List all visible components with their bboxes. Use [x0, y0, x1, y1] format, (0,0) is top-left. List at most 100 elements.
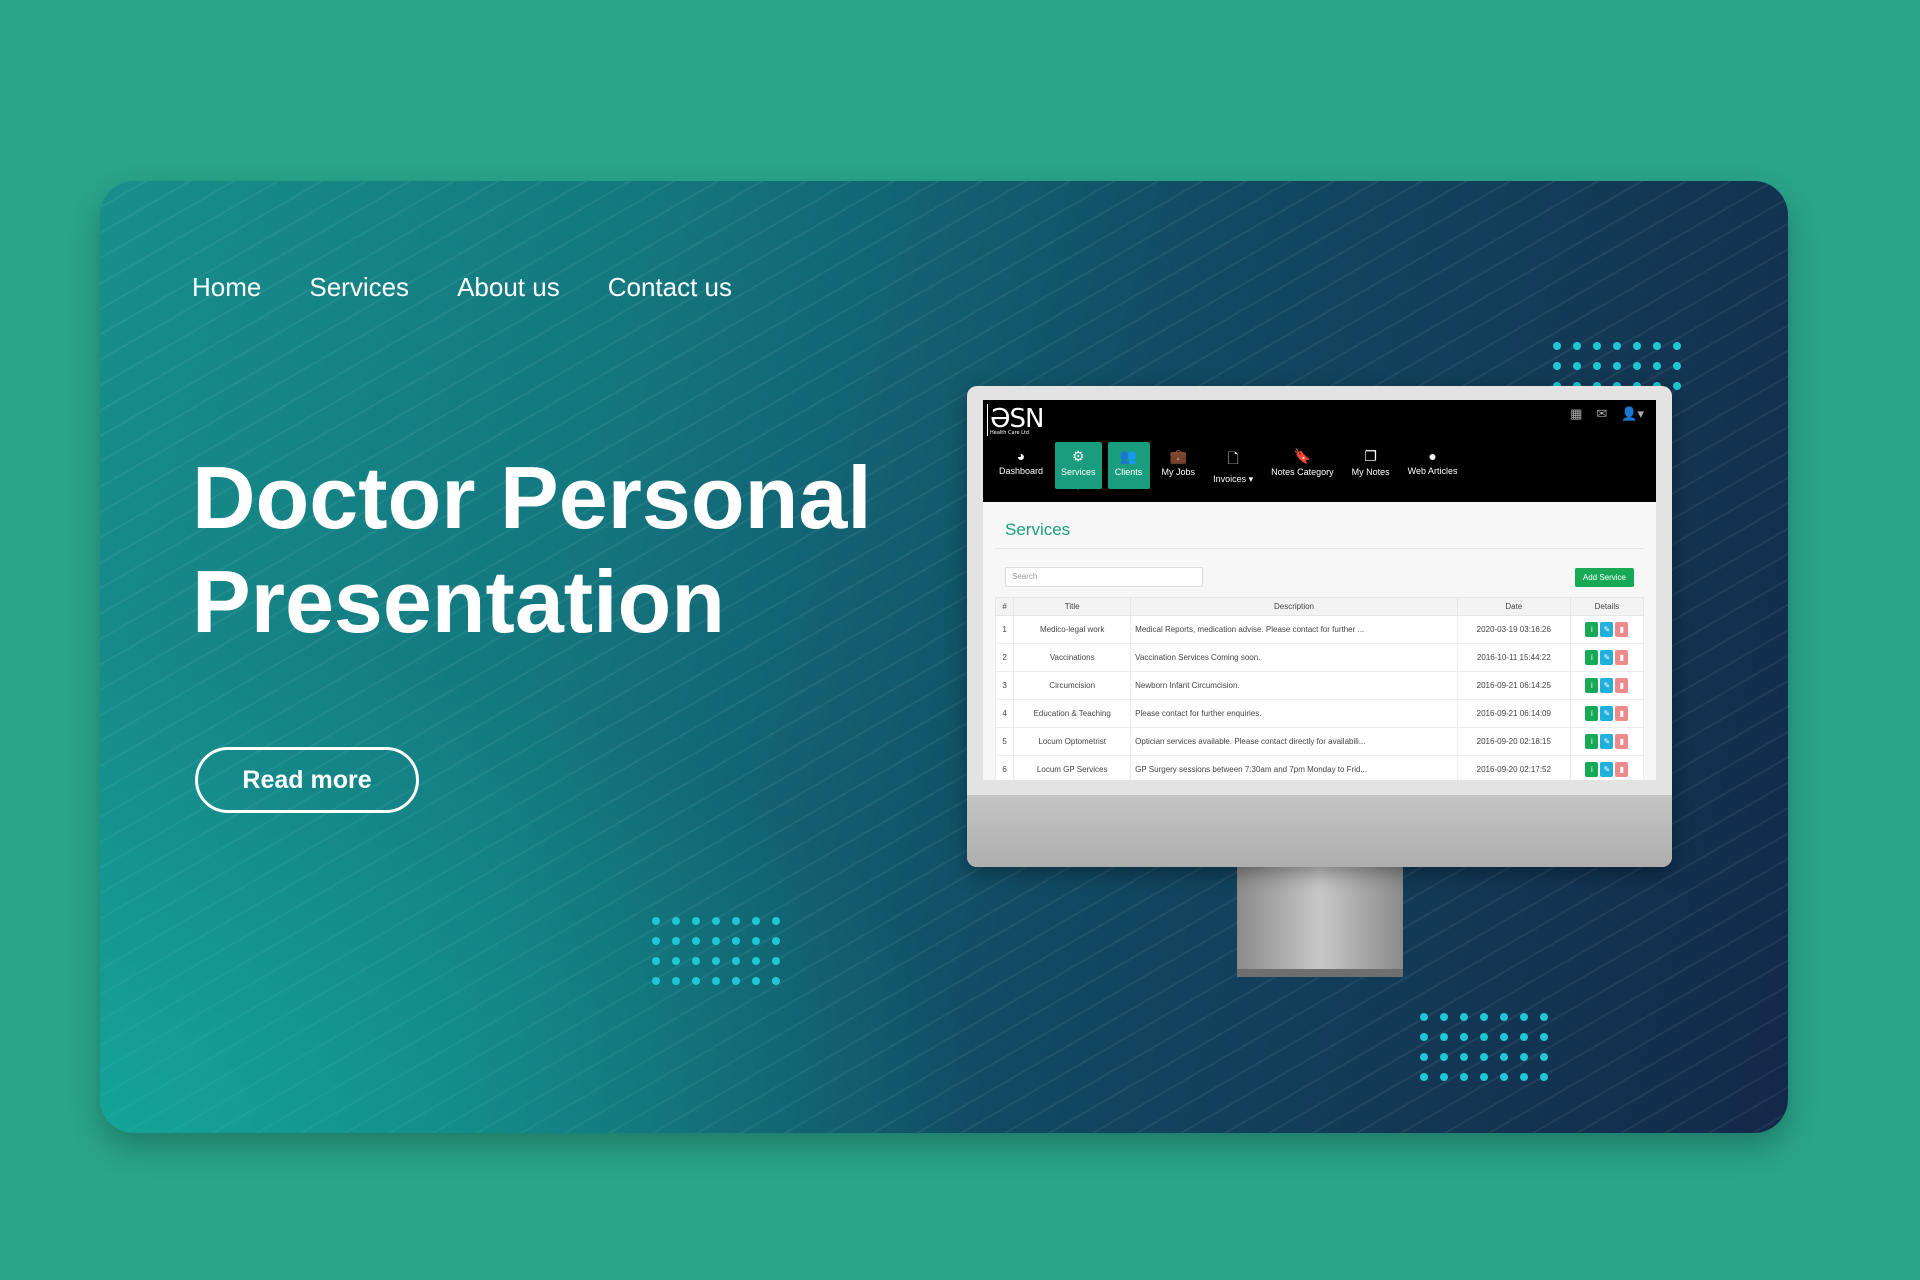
info-icon[interactable]: i — [1585, 762, 1599, 777]
menu-item-notes-category[interactable]: 🔖 Notes Category — [1265, 442, 1340, 489]
dot — [1420, 1073, 1428, 1081]
edit-icon[interactable]: ✎ — [1600, 622, 1614, 637]
page-title: Services — [995, 514, 1644, 549]
decorative-dots — [1553, 342, 1681, 390]
dot — [1540, 1033, 1548, 1041]
delete-icon[interactable]: ▮ — [1615, 734, 1629, 749]
menu-item-invoices[interactable]: 🗋 Invoices ▾ — [1207, 442, 1259, 489]
dot — [672, 957, 680, 965]
info-icon[interactable]: i — [1585, 734, 1599, 749]
nav-home[interactable]: Home — [192, 272, 261, 303]
row-date: 2016-09-21 06:14:09 — [1456, 699, 1571, 728]
nav-contact[interactable]: Contact us — [608, 272, 732, 303]
read-more-button[interactable]: Read more — [195, 747, 419, 813]
edit-icon[interactable]: ✎ — [1600, 734, 1614, 749]
row-description: Optician services available. Please cont… — [1130, 727, 1458, 756]
dot — [1673, 382, 1681, 390]
app-logo: ƏSN Health Care Ltd — [987, 404, 1044, 436]
table-row: 5 Locum Optometrist Optician services av… — [994, 727, 1645, 756]
add-service-button[interactable]: Add Service — [1574, 567, 1634, 587]
column-header: # — [994, 597, 1015, 616]
dot — [1500, 1013, 1508, 1021]
monitor: ƏSN Health Care Ltd ▦ ✉ 👤▾ ◕ Dashboard ⚙ Ser… — [967, 386, 1672, 867]
dashboard-icon: ◕ — [1016, 448, 1026, 464]
menu-item-dashboard[interactable]: ◕ Dashboard — [993, 442, 1049, 489]
dot — [1573, 342, 1581, 350]
dot — [672, 917, 680, 925]
menu-item-my-notes[interactable]: ❐ My Notes — [1346, 442, 1396, 489]
table-row: 2 Vaccinations Vaccination Services Comi… — [994, 643, 1645, 672]
table-row: 6 Locum GP Services GP Surgery sessions … — [994, 755, 1645, 780]
dot — [1633, 342, 1641, 350]
dot — [1480, 1073, 1488, 1081]
app-menu: ◕ Dashboard ⚙ Services 👥 Clients 💼 My Jobs 🗋 Invo… — [993, 442, 1464, 490]
menu-item-clients[interactable]: 👥 Clients — [1107, 442, 1150, 489]
menu-item-my-jobs[interactable]: 💼 My Jobs — [1156, 442, 1202, 489]
row-number: 3 — [994, 671, 1015, 700]
delete-icon[interactable]: ▮ — [1615, 678, 1629, 693]
row-number: 6 — [994, 755, 1015, 780]
main-nav: Home Services About us Contact us — [192, 272, 732, 303]
row-number: 5 — [994, 727, 1015, 756]
edit-icon[interactable]: ✎ — [1600, 706, 1614, 721]
dot — [692, 937, 700, 945]
dot — [772, 937, 780, 945]
info-icon[interactable]: i — [1585, 706, 1599, 721]
dot — [1633, 362, 1641, 370]
delete-icon[interactable]: ▮ — [1615, 650, 1629, 665]
table-row: 1 Medico-legal work Medical Reports, med… — [994, 615, 1645, 644]
decorative-dots — [1420, 1013, 1548, 1081]
info-icon[interactable]: i — [1585, 650, 1599, 665]
nav-services[interactable]: Services — [309, 272, 409, 303]
nav-about[interactable]: About us — [457, 272, 560, 303]
dot — [652, 937, 660, 945]
info-icon[interactable]: i — [1585, 678, 1599, 693]
dot — [712, 917, 720, 925]
copy-icon: ❐ — [1364, 448, 1377, 464]
row-description: GP Surgery sessions between 7:30am and 7… — [1130, 755, 1458, 780]
dot — [1460, 1033, 1468, 1041]
delete-icon[interactable]: ▮ — [1615, 706, 1629, 721]
dot — [732, 977, 740, 985]
dot — [772, 917, 780, 925]
dot — [1500, 1033, 1508, 1041]
row-title: Vaccinations — [1013, 643, 1132, 672]
dot — [732, 937, 740, 945]
dot — [1480, 1053, 1488, 1061]
row-date: 2016-09-20 02:18:15 — [1456, 727, 1571, 756]
delete-icon[interactable]: ▮ — [1615, 622, 1629, 637]
calendar-icon[interactable]: ▦ — [1570, 406, 1582, 422]
users-icon: 👥 — [1119, 448, 1138, 464]
info-icon[interactable]: i — [1585, 622, 1599, 637]
mail-icon[interactable]: ✉ — [1596, 406, 1607, 422]
dot — [1420, 1053, 1428, 1061]
user-icon[interactable]: 👤▾ — [1621, 406, 1644, 422]
title-line-1: Doctor Personal — [192, 448, 872, 547]
delete-icon[interactable]: ▮ — [1615, 762, 1629, 777]
menu-item-web-articles[interactable]: ● Web Articles — [1402, 442, 1464, 489]
row-description: Vaccination Services Coming soon. — [1130, 643, 1458, 672]
column-header: Description — [1130, 597, 1458, 616]
edit-icon[interactable]: ✎ — [1600, 678, 1614, 693]
search-input[interactable]: Search — [1005, 567, 1203, 587]
dot — [1440, 1053, 1448, 1061]
dot — [1520, 1053, 1528, 1061]
dot — [1593, 342, 1601, 350]
dot — [1613, 342, 1621, 350]
row-description: Newborn Infant Circumcision. — [1130, 671, 1458, 700]
row-title: Locum GP Services — [1013, 755, 1132, 780]
dot — [772, 977, 780, 985]
dot — [672, 977, 680, 985]
edit-icon[interactable]: ✎ — [1600, 762, 1614, 777]
menu-item-services[interactable]: ⚙ Services — [1055, 442, 1102, 490]
row-date: 2016-09-20 02:17:52 — [1456, 755, 1571, 780]
cogs-icon: ⚙ — [1072, 448, 1085, 464]
services-table: # Title Description Date Details 1 Medico-leg… — [994, 597, 1645, 780]
row-date: 2016-10-11 15:44:22 — [1456, 643, 1571, 672]
row-description: Medical Reports, medication advise. Plea… — [1130, 615, 1458, 644]
column-header: Details — [1569, 597, 1645, 616]
dot — [1593, 362, 1601, 370]
dot — [672, 937, 680, 945]
edit-icon[interactable]: ✎ — [1600, 650, 1614, 665]
row-title: Education & Teaching — [1013, 699, 1132, 728]
